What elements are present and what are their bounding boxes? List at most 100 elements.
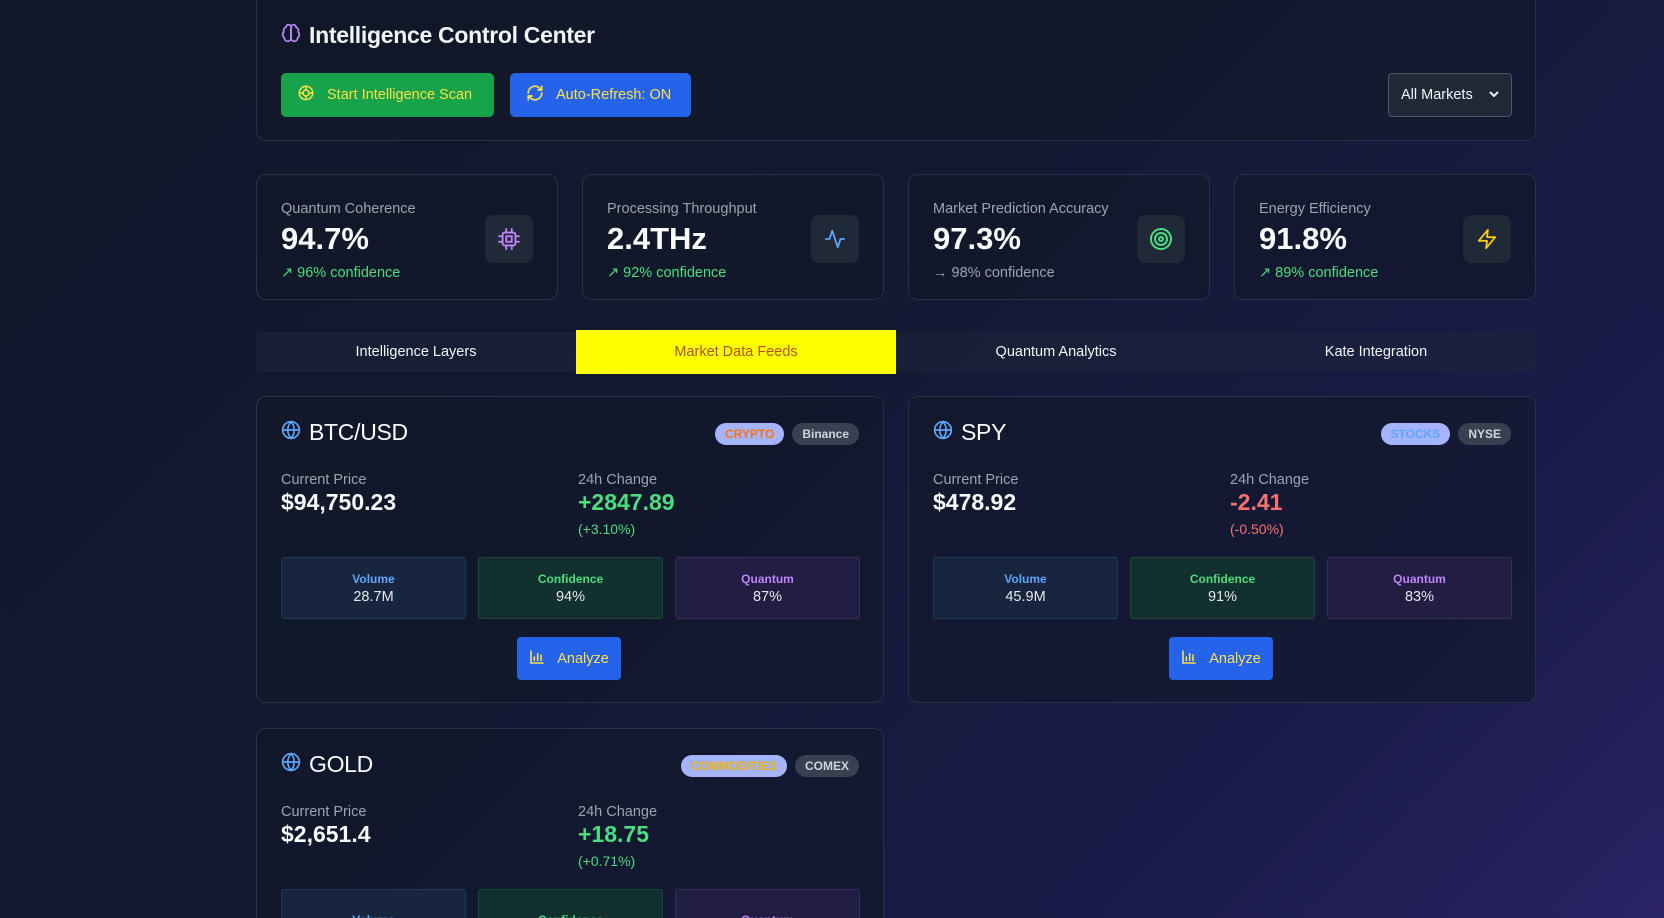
card-badges: COMMODITIES COMEX bbox=[680, 755, 859, 777]
tab-intelligence-layers[interactable]: Intelligence Layers bbox=[256, 332, 576, 372]
metric-label: Market Prediction Accuracy bbox=[933, 201, 1109, 217]
auto-refresh-button[interactable]: Auto-Refresh: ON bbox=[510, 73, 691, 117]
change-value: -2.41 bbox=[1230, 489, 1283, 515]
card-badges: CRYPTO Binance bbox=[714, 423, 859, 445]
brain-icon bbox=[281, 23, 301, 48]
market-filter-select[interactable]: All Markets bbox=[1388, 73, 1512, 117]
metric-card-market-prediction-accuracy: Market Prediction Accuracy 97.3% → 98% c… bbox=[908, 174, 1210, 300]
metric-confidence: ↗ 96% confidence bbox=[281, 265, 401, 281]
current-price-label: Current Price bbox=[281, 804, 367, 820]
exchange-badge: NYSE bbox=[1458, 423, 1511, 445]
metric-label: Energy Efficiency bbox=[1259, 201, 1371, 217]
category-badge: COMMODITIES bbox=[680, 755, 787, 777]
confidence-stat: Confidence bbox=[478, 889, 663, 918]
current-price-label: Current Price bbox=[281, 472, 367, 488]
globe-icon bbox=[281, 420, 301, 445]
tab-kate-integration[interactable]: Kate Integration bbox=[1216, 332, 1536, 372]
change-percent: (+0.71%) bbox=[578, 853, 636, 869]
lightning-icon bbox=[1463, 215, 1511, 263]
market-filter-value: All Markets bbox=[1401, 87, 1473, 103]
card-header: SPY bbox=[933, 419, 1006, 446]
card-badges: STOCKS NYSE bbox=[1380, 423, 1511, 445]
market-card-gold: GOLD COMMODITIES COMEX Current Price $2,… bbox=[256, 728, 884, 918]
page-title: Intelligence Control Center bbox=[309, 22, 595, 48]
volume-label: Volume bbox=[352, 571, 395, 586]
start-scan-button[interactable]: Start Intelligence Scan bbox=[281, 73, 494, 117]
change-label: 24h Change bbox=[578, 472, 658, 488]
quantum-value: 83% bbox=[1404, 588, 1435, 605]
analyze-button[interactable]: Analyze bbox=[1169, 637, 1273, 680]
change-percent: (-0.50%) bbox=[1230, 521, 1284, 537]
confidence-stat: Confidence 91% bbox=[1130, 557, 1315, 619]
start-scan-label: Start Intelligence Scan bbox=[327, 87, 473, 103]
quantum-stat: Quantum 83% bbox=[1327, 557, 1512, 619]
tab-market-data-feeds[interactable]: Market Data Feeds bbox=[576, 330, 896, 374]
change-label: 24h Change bbox=[1230, 472, 1310, 488]
quantum-label: Quantum bbox=[741, 571, 794, 586]
volume-value: 45.9M bbox=[1005, 588, 1046, 605]
metric-confidence: → 98% confidence bbox=[933, 265, 1055, 281]
metric-value: 97.3% bbox=[933, 221, 1021, 256]
volume-label: Volume bbox=[1004, 571, 1047, 586]
quantum-stat: Quantum bbox=[675, 889, 860, 918]
auto-refresh-label: Auto-Refresh: ON bbox=[556, 87, 672, 103]
tab-bar: Intelligence Layers Market Data Feeds Qu… bbox=[256, 330, 1536, 374]
tab-quantum-analytics[interactable]: Quantum Analytics bbox=[896, 332, 1216, 372]
activity-icon bbox=[811, 215, 859, 263]
scan-icon bbox=[297, 84, 315, 106]
metric-card-energy-efficiency: Energy Efficiency 91.8% ↗ 89% confidence bbox=[1234, 174, 1536, 300]
change-value: +18.75 bbox=[578, 821, 649, 847]
confidence-label: Confidence bbox=[1189, 571, 1256, 586]
change-value: +2847.89 bbox=[578, 489, 675, 515]
quantum-label: Quantum bbox=[1393, 571, 1446, 586]
confidence-value: 94% bbox=[555, 588, 586, 605]
card-header: BTC/USD bbox=[281, 419, 408, 446]
volume-stat: Volume bbox=[281, 889, 466, 918]
market-card-spy: SPY STOCKS NYSE Current Price $478.92 24… bbox=[908, 396, 1536, 703]
metric-value: 91.8% bbox=[1259, 221, 1347, 256]
volume-value: 28.7M bbox=[353, 588, 394, 605]
exchange-badge: Binance bbox=[792, 423, 859, 445]
confidence-label: Confidence bbox=[538, 913, 603, 918]
quantum-value: 87% bbox=[752, 588, 783, 605]
cpu-icon bbox=[485, 215, 533, 263]
metric-confidence: ↗ 92% confidence bbox=[607, 265, 727, 281]
bar-chart-icon bbox=[1181, 649, 1197, 669]
metric-confidence: ↗ 89% confidence bbox=[1259, 265, 1379, 281]
metric-card-processing-throughput: Processing Throughput 2.4THz ↗ 92% confi… bbox=[582, 174, 884, 300]
quantum-stat: Quantum 87% bbox=[675, 557, 860, 619]
control-header: Intelligence Control Center Start Intell… bbox=[256, 0, 1536, 141]
confidence-label: Confidence bbox=[537, 571, 604, 586]
target-icon bbox=[1137, 215, 1185, 263]
market-symbol: GOLD bbox=[309, 751, 373, 777]
metric-label: Quantum Coherence bbox=[281, 201, 416, 217]
exchange-badge: COMEX bbox=[794, 755, 859, 777]
card-header: GOLD bbox=[281, 751, 373, 778]
globe-icon bbox=[933, 420, 953, 445]
current-price-value: $478.92 bbox=[933, 489, 1017, 515]
category-badge: CRYPTO bbox=[714, 423, 785, 445]
market-symbol: SPY bbox=[961, 419, 1007, 445]
category-badge: STOCKS bbox=[1380, 423, 1451, 445]
change-percent: (+3.10%) bbox=[578, 521, 636, 537]
metric-value: 2.4THz bbox=[607, 221, 707, 256]
bar-chart-icon bbox=[529, 649, 545, 669]
volume-label: Volume bbox=[352, 913, 394, 918]
current-price-value: $94,750.23 bbox=[281, 489, 397, 515]
market-symbol: BTC/USD bbox=[309, 419, 408, 445]
title-row: Intelligence Control Center bbox=[281, 22, 595, 49]
globe-icon bbox=[281, 752, 301, 777]
analyze-button[interactable]: Analyze bbox=[517, 637, 621, 680]
volume-stat: Volume 28.7M bbox=[281, 557, 466, 619]
volume-stat: Volume 45.9M bbox=[933, 557, 1118, 619]
metric-label: Processing Throughput bbox=[607, 201, 757, 217]
confidence-stat: Confidence 94% bbox=[478, 557, 663, 619]
metric-value: 94.7% bbox=[281, 221, 369, 256]
current-price-value: $2,651.4 bbox=[281, 821, 371, 847]
analyze-label: Analyze bbox=[557, 650, 609, 667]
market-card-btc: BTC/USD CRYPTO Binance Current Price $94… bbox=[256, 396, 884, 703]
refresh-icon bbox=[526, 84, 544, 106]
confidence-value: 91% bbox=[1207, 588, 1238, 605]
current-price-label: Current Price bbox=[933, 472, 1019, 488]
change-label: 24h Change bbox=[578, 804, 658, 820]
